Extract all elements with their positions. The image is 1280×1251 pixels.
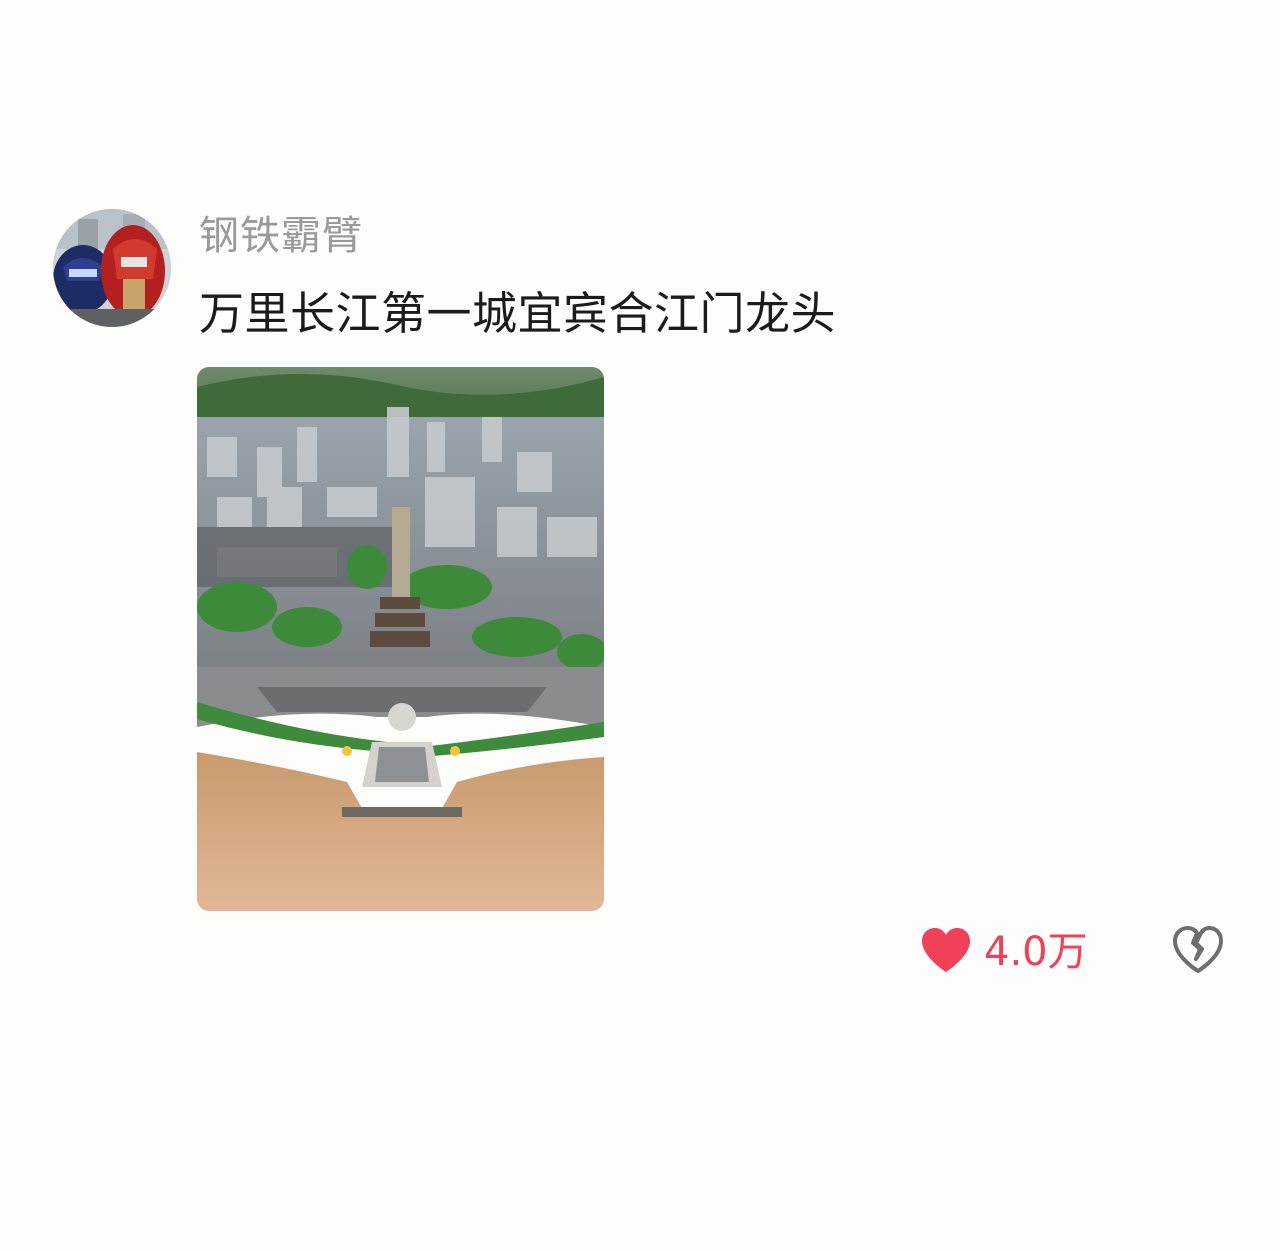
post-card: 钢铁霸臂 万里长江第一城宜宾合江门龙头 4.0万	[0, 0, 1280, 1251]
username[interactable]: 钢铁霸臂	[199, 210, 363, 262]
avatar-image	[53, 209, 171, 327]
broken-heart-icon	[1171, 925, 1225, 979]
like-button[interactable]: 4.0万	[920, 922, 1088, 982]
aerial-city-photo	[197, 367, 604, 911]
like-count: 4.0万	[984, 929, 1088, 975]
post-text: 万里长江第一城宜宾合江门龙头	[199, 287, 837, 340]
heart-filled-icon	[920, 926, 972, 978]
post-image[interactable]	[197, 367, 604, 911]
dislike-button[interactable]	[1168, 922, 1228, 982]
avatar[interactable]	[53, 209, 171, 327]
